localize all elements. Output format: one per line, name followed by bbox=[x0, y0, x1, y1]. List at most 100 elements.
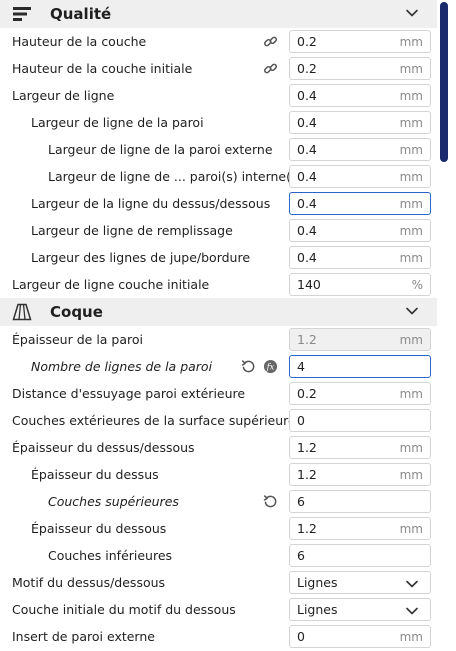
setting-row: Largeur de ligne 0.4 mm bbox=[0, 82, 437, 109]
setting-row: Largeur de ligne de la paroi 0.4 mm bbox=[0, 109, 437, 136]
setting-input[interactable]: 6 bbox=[289, 544, 431, 567]
setting-label: Largeur de ligne bbox=[12, 88, 115, 103]
setting-label: Largeur de la ligne du dessus/dessous bbox=[31, 196, 271, 211]
section-title: Qualité bbox=[50, 5, 112, 23]
setting-value: 1.2 bbox=[297, 467, 317, 482]
setting-label: Hauteur de la couche initiale bbox=[12, 61, 193, 76]
setting-value: 140 bbox=[297, 277, 321, 292]
setting-row: Insert de paroi externe 0 mm bbox=[0, 623, 437, 650]
setting-row: Épaisseur du dessous 1.2 mm bbox=[0, 515, 437, 542]
setting-row: Épaisseur du dessus 1.2 mm bbox=[0, 461, 437, 488]
setting-value: 0.4 bbox=[297, 115, 317, 130]
setting-dropdown[interactable]: Lignes bbox=[289, 571, 431, 594]
setting-row: Largeur de ligne de la paroi externe 0.4 m… bbox=[0, 136, 437, 163]
setting-value: 6 bbox=[297, 548, 305, 563]
setting-input[interactable]: 1.2 mm bbox=[289, 436, 431, 459]
setting-row: Largeur des lignes de jupe/bordure 0.4 mm bbox=[0, 244, 437, 271]
setting-unit: mm bbox=[399, 629, 423, 644]
collapse-chevron-down-icon[interactable] bbox=[405, 6, 419, 20]
setting-label: Épaisseur du dessus/dessous bbox=[12, 440, 195, 455]
setting-unit: mm bbox=[399, 332, 423, 347]
setting-row: Largeur de ligne couche initiale 140% bbox=[0, 271, 437, 298]
setting-row: Couches supérieures 6 bbox=[0, 488, 437, 515]
setting-label: Épaisseur de la paroi bbox=[12, 332, 143, 347]
setting-value: 0.4 bbox=[297, 142, 317, 157]
setting-label: Largeur des lignes de jupe/bordure bbox=[31, 250, 251, 265]
setting-input[interactable]: 0 bbox=[289, 409, 431, 432]
setting-unit: mm bbox=[399, 196, 423, 211]
section-header-shell[interactable]: Coque bbox=[0, 298, 437, 326]
setting-row: Hauteur de la couche 0.2 mm bbox=[0, 28, 437, 55]
scrollbar-thumb[interactable] bbox=[440, 2, 448, 162]
setting-label: Largeur de ligne de ... paroi(s) interne… bbox=[48, 169, 303, 184]
setting-input[interactable]: 0.4 mm bbox=[289, 111, 431, 134]
setting-input[interactable]: 0.4 mm bbox=[289, 192, 431, 215]
setting-value: 0 bbox=[297, 629, 305, 644]
setting-row: Hauteur de la couche initiale 0.2 mm bbox=[0, 55, 437, 82]
setting-unit: mm bbox=[399, 440, 423, 455]
setting-label: Motif du dessus/dessous bbox=[12, 575, 166, 590]
setting-value: 0.4 bbox=[297, 88, 317, 103]
setting-input[interactable]: 0.4 mm bbox=[289, 138, 431, 161]
setting-unit: mm bbox=[399, 386, 423, 401]
setting-input[interactable]: 4 bbox=[289, 355, 431, 378]
setting-unit: mm bbox=[399, 115, 423, 130]
setting-input[interactable]: 0.4 mm bbox=[289, 219, 431, 242]
setting-unit: mm bbox=[399, 88, 423, 103]
setting-label: Largeur de ligne couche initiale bbox=[12, 277, 210, 292]
setting-row: Nombre de lignes de la paroi fx 4 bbox=[0, 353, 437, 380]
setting-input[interactable]: 0.2 mm bbox=[289, 30, 431, 53]
collapse-chevron-down-icon[interactable] bbox=[405, 304, 419, 318]
setting-unit: mm bbox=[399, 223, 423, 238]
setting-unit: % bbox=[411, 277, 423, 292]
link-icon[interactable] bbox=[263, 61, 278, 76]
setting-input[interactable]: 6 bbox=[289, 490, 431, 513]
setting-unit: mm bbox=[399, 61, 423, 76]
setting-input[interactable]: 1.2 mm bbox=[289, 517, 431, 540]
setting-input[interactable]: 0.2 mm bbox=[289, 57, 431, 80]
setting-input[interactable]: 0 mm bbox=[289, 625, 431, 648]
setting-label: Largeur de ligne de remplissage bbox=[31, 223, 233, 238]
section-header-quality[interactable]: Qualité bbox=[0, 0, 437, 28]
setting-value: 4 bbox=[297, 359, 305, 374]
formula-fx-icon[interactable]: fx bbox=[263, 359, 278, 374]
setting-unit: mm bbox=[399, 521, 423, 536]
shell-trapezoid-icon bbox=[12, 303, 32, 321]
setting-input[interactable]: 0.4 mm bbox=[289, 165, 431, 188]
setting-row: Couches extérieures de la surface supéri… bbox=[0, 407, 437, 434]
chevron-down-icon bbox=[405, 577, 418, 590]
setting-value: 0.2 bbox=[297, 34, 317, 49]
setting-input[interactable]: 1.2 mm bbox=[289, 463, 431, 486]
setting-dropdown[interactable]: Lignes bbox=[289, 598, 431, 621]
setting-unit: mm bbox=[399, 142, 423, 157]
setting-row: Couches inférieures 6 bbox=[0, 542, 437, 569]
setting-label: Couches inférieures bbox=[48, 548, 173, 563]
setting-unit: mm bbox=[399, 467, 423, 482]
setting-value: 1.2 bbox=[297, 332, 317, 347]
setting-input[interactable]: 0.2 mm bbox=[289, 382, 431, 405]
setting-label: Couches supérieures bbox=[48, 494, 179, 509]
reset-arrow-icon[interactable] bbox=[241, 359, 256, 374]
setting-row: Motif du dessus/dessous Lignes bbox=[0, 569, 437, 596]
setting-row: Largeur de ligne de ... paroi(s) interne… bbox=[0, 163, 437, 190]
setting-label: Distance d'essuyage paroi extérieure bbox=[12, 386, 246, 401]
setting-row: Largeur de la ligne du dessus/dessous 0.4… bbox=[0, 190, 437, 217]
setting-input[interactable]: 0.4 mm bbox=[289, 246, 431, 269]
setting-label: Épaisseur du dessus bbox=[31, 467, 159, 482]
settings-panel: Qualité Hauteur de la couche 0.2 mm Hauteur … bbox=[0, 0, 437, 650]
setting-label: Largeur de ligne de la paroi externe bbox=[48, 142, 273, 157]
setting-value: 1.2 bbox=[297, 440, 317, 455]
setting-input[interactable]: 1.2 mm bbox=[289, 328, 431, 351]
setting-value: 0.4 bbox=[297, 250, 317, 265]
setting-value: 0.2 bbox=[297, 386, 317, 401]
setting-value: 1.2 bbox=[297, 521, 317, 536]
setting-value: 0.4 bbox=[297, 223, 317, 238]
svg-text:fx: fx bbox=[266, 362, 275, 372]
reset-arrow-icon[interactable] bbox=[263, 494, 278, 509]
setting-input[interactable]: 140% bbox=[289, 273, 431, 296]
chevron-down-icon bbox=[405, 604, 418, 617]
setting-unit: mm bbox=[399, 250, 423, 265]
setting-input[interactable]: 0.4 mm bbox=[289, 84, 431, 107]
link-icon[interactable] bbox=[263, 34, 278, 49]
setting-row: Distance d'essuyage paroi extérieure 0.2 m… bbox=[0, 380, 437, 407]
